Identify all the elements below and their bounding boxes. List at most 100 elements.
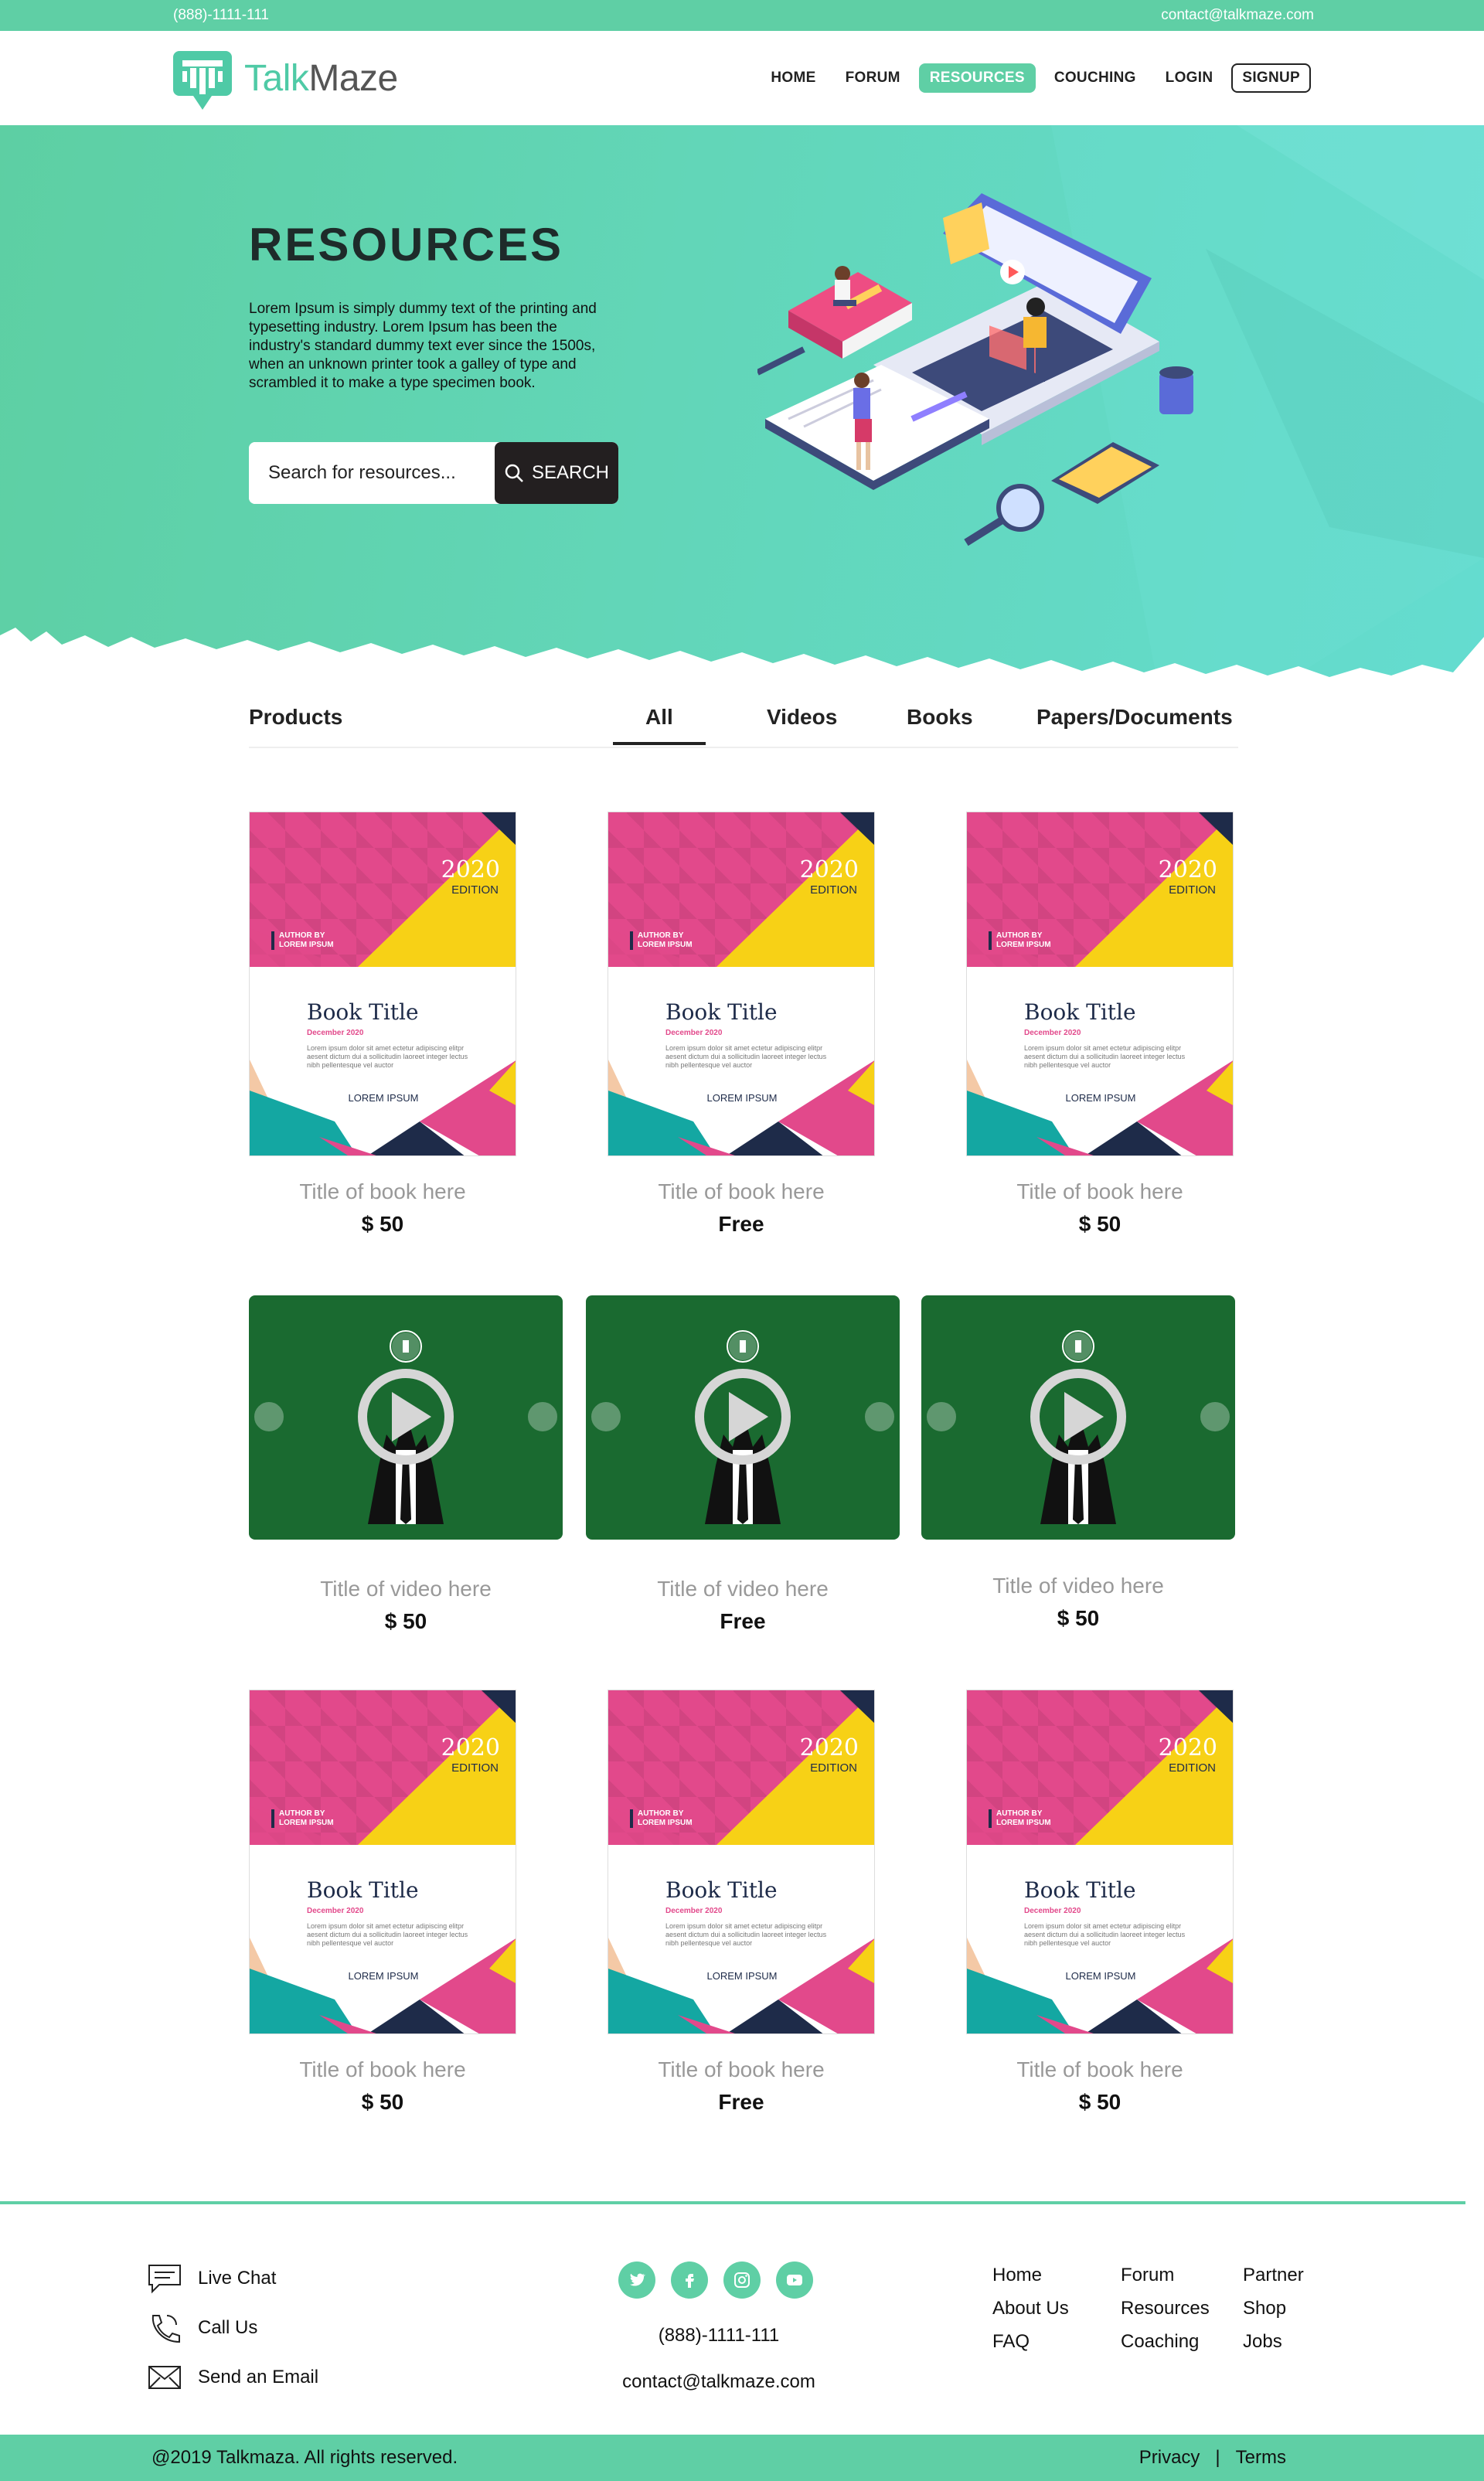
footer-call-us[interactable]: Call Us [147, 2313, 257, 2343]
video-thumbnail[interactable] [586, 1295, 900, 1540]
social-links [618, 2261, 813, 2299]
search-input[interactable] [249, 442, 496, 504]
top-email[interactable]: contact@talkmaze.com [1161, 7, 1314, 24]
header: TalkMaze HOME FORUM RESOURCES COUCHING L… [0, 31, 1484, 125]
footer-link-resources[interactable]: Resources [1121, 2292, 1210, 2325]
product-title[interactable]: Title of book here [249, 1179, 516, 1204]
footer-link-about[interactable]: About Us [992, 2292, 1069, 2325]
footer-live-chat[interactable]: Live Chat [147, 2263, 276, 2294]
hero-background [0, 125, 1484, 693]
search-button-label: SEARCH [531, 462, 610, 483]
footer-phone[interactable]: (888)-1111-111 [541, 2325, 897, 2347]
product-card[interactable]: 2020 EDITION AUTHOR BY LOREM IPSUM Book T… [966, 1690, 1234, 2115]
product-card[interactable]: 2020 EDITION AUTHOR BY LOREM IPSUM Book T… [608, 1690, 875, 2115]
legal-separator: | [1215, 2447, 1220, 2468]
product-title[interactable]: Title of book here [608, 2057, 875, 2082]
product-price: $ 50 [361, 2090, 404, 2114]
product-price: $ 50 [1078, 1212, 1122, 1236]
footer-link-faq[interactable]: FAQ [992, 2325, 1069, 2358]
video-title[interactable]: Title of video here [586, 1577, 900, 1601]
product-title[interactable]: Title of book here [966, 1179, 1234, 1204]
legal-links: Privacy | Terms [1139, 2447, 1286, 2469]
send-email-label: Send an Email [198, 2367, 319, 2387]
footer-link-jobs[interactable]: Jobs [1243, 2325, 1304, 2358]
footer-send-email[interactable]: Send an Email [147, 2362, 318, 2393]
tabs-heading: Products [249, 705, 343, 729]
footer-links-col2: Forum Resources Coaching [1121, 2258, 1210, 2358]
tab-videos[interactable]: Videos [767, 705, 837, 730]
book-cover[interactable]: 2020 EDITION AUTHOR BY LOREM IPSUM Book T… [608, 812, 875, 1156]
product-price: $ 50 [1078, 2090, 1122, 2114]
product-price: Free [718, 1212, 764, 1236]
page-title: RESOURCES [249, 219, 564, 271]
tab-all[interactable]: All [613, 705, 706, 745]
product-card[interactable]: 2020 EDITION AUTHOR BY LOREM IPSUM Book T… [608, 812, 875, 1237]
phone-icon [151, 2315, 180, 2343]
product-title[interactable]: Title of book here [249, 2057, 516, 2082]
top-phone[interactable]: (888)-1111-111 [173, 7, 269, 24]
book-cover[interactable]: 2020 EDITION AUTHOR BY LOREM IPSUM Book T… [608, 1690, 875, 2034]
product-title[interactable]: Title of book here [608, 1179, 875, 1204]
hero-illustration [757, 193, 1193, 546]
book-cover[interactable]: 2020 EDITION AUTHOR BY LOREM IPSUM Book T… [966, 1690, 1234, 2034]
product-card[interactable]: 2020 EDITION AUTHOR BY LOREM IPSUM Book T… [249, 812, 516, 1237]
call-us-label: Call Us [198, 2317, 258, 2338]
video-price: Free [720, 1609, 766, 1633]
book-cover[interactable]: 2020 EDITION AUTHOR BY LOREM IPSUM Book T… [249, 1690, 516, 2034]
product-card[interactable]: 2020 EDITION AUTHOR BY LOREM IPSUM Book T… [249, 1690, 516, 2115]
mail-icon [148, 2366, 181, 2389]
search-bar: SEARCH [249, 442, 618, 504]
facebook-icon[interactable] [671, 2261, 708, 2299]
footer-link-home[interactable]: Home [992, 2258, 1069, 2292]
logo-icon [172, 45, 233, 111]
hero-description: Lorem Ipsum is simply dummy text of the … [249, 301, 597, 391]
youtube-icon[interactable] [776, 2261, 813, 2299]
video-card[interactable]: Title of video here $ 50 [249, 1295, 563, 1634]
search-icon [505, 464, 523, 482]
top-bar: (888)-1111-111 contact@talkmaze.com [0, 0, 1484, 31]
video-title[interactable]: Title of video here [921, 1574, 1235, 1598]
main-nav: HOME FORUM RESOURCES COUCHING LOGIN SIGN… [760, 63, 1311, 93]
chat-icon [148, 2265, 181, 2294]
product-title[interactable]: Title of book here [966, 2057, 1234, 2082]
bottom-bar: @2019 Talkmaza. All rights reserved. Pri… [0, 2435, 1484, 2481]
nav-resources[interactable]: RESOURCES [918, 63, 1036, 93]
footer-links-col3: Partner Shop Jobs [1243, 2258, 1304, 2358]
nav-couching[interactable]: COUCHING [1043, 63, 1147, 93]
instagram-icon[interactable] [723, 2261, 761, 2299]
logo-text: TalkMaze [244, 57, 398, 99]
video-thumbnail[interactable] [249, 1295, 563, 1540]
video-price: $ 50 [384, 1609, 427, 1633]
footer: Live Chat Call Us Send an Email (888)-11… [0, 2204, 1484, 2435]
product-price: $ 50 [361, 1212, 404, 1236]
terms-link[interactable]: Terms [1236, 2447, 1286, 2469]
footer-email[interactable]: contact@talkmaze.com [541, 2371, 897, 2393]
video-card[interactable]: Title of video here $ 50 [921, 1295, 1235, 1631]
footer-links-col1: Home About Us FAQ [992, 2258, 1069, 2358]
footer-link-coaching[interactable]: Coaching [1121, 2325, 1210, 2358]
footer-link-partner[interactable]: Partner [1243, 2258, 1304, 2292]
book-cover[interactable]: 2020 EDITION AUTHOR BY LOREM IPSUM Book T… [966, 812, 1234, 1156]
nav-signup-button[interactable]: SIGNUP [1231, 63, 1311, 93]
video-title[interactable]: Title of video here [249, 1577, 563, 1601]
copyright: @2019 Talkmaza. All rights reserved. [151, 2447, 458, 2468]
tab-papers-documents[interactable]: Papers/Documents [1036, 705, 1233, 730]
video-thumbnail[interactable] [921, 1295, 1235, 1540]
video-price: $ 50 [1057, 1606, 1100, 1630]
search-button[interactable]: SEARCH [495, 442, 618, 504]
privacy-link[interactable]: Privacy [1139, 2447, 1200, 2469]
product-price: Free [718, 2090, 764, 2114]
live-chat-label: Live Chat [198, 2268, 277, 2289]
footer-link-forum[interactable]: Forum [1121, 2258, 1210, 2292]
logo[interactable]: TalkMaze [172, 45, 398, 111]
twitter-icon[interactable] [618, 2261, 655, 2299]
footer-link-shop[interactable]: Shop [1243, 2292, 1304, 2325]
nav-login[interactable]: LOGIN [1155, 63, 1224, 93]
product-card[interactable]: 2020 EDITION AUTHOR BY LOREM IPSUM Book T… [966, 812, 1234, 1237]
video-card[interactable]: Title of video here Free [586, 1295, 900, 1634]
nav-forum[interactable]: FORUM [835, 63, 911, 93]
tab-books[interactable]: Books [907, 705, 973, 730]
category-tabs: Products All Videos Books Papers/Documen… [249, 688, 1238, 748]
book-cover[interactable]: 2020 EDITION AUTHOR BY LOREM IPSUM Book T… [249, 812, 516, 1156]
nav-home[interactable]: HOME [760, 63, 826, 93]
